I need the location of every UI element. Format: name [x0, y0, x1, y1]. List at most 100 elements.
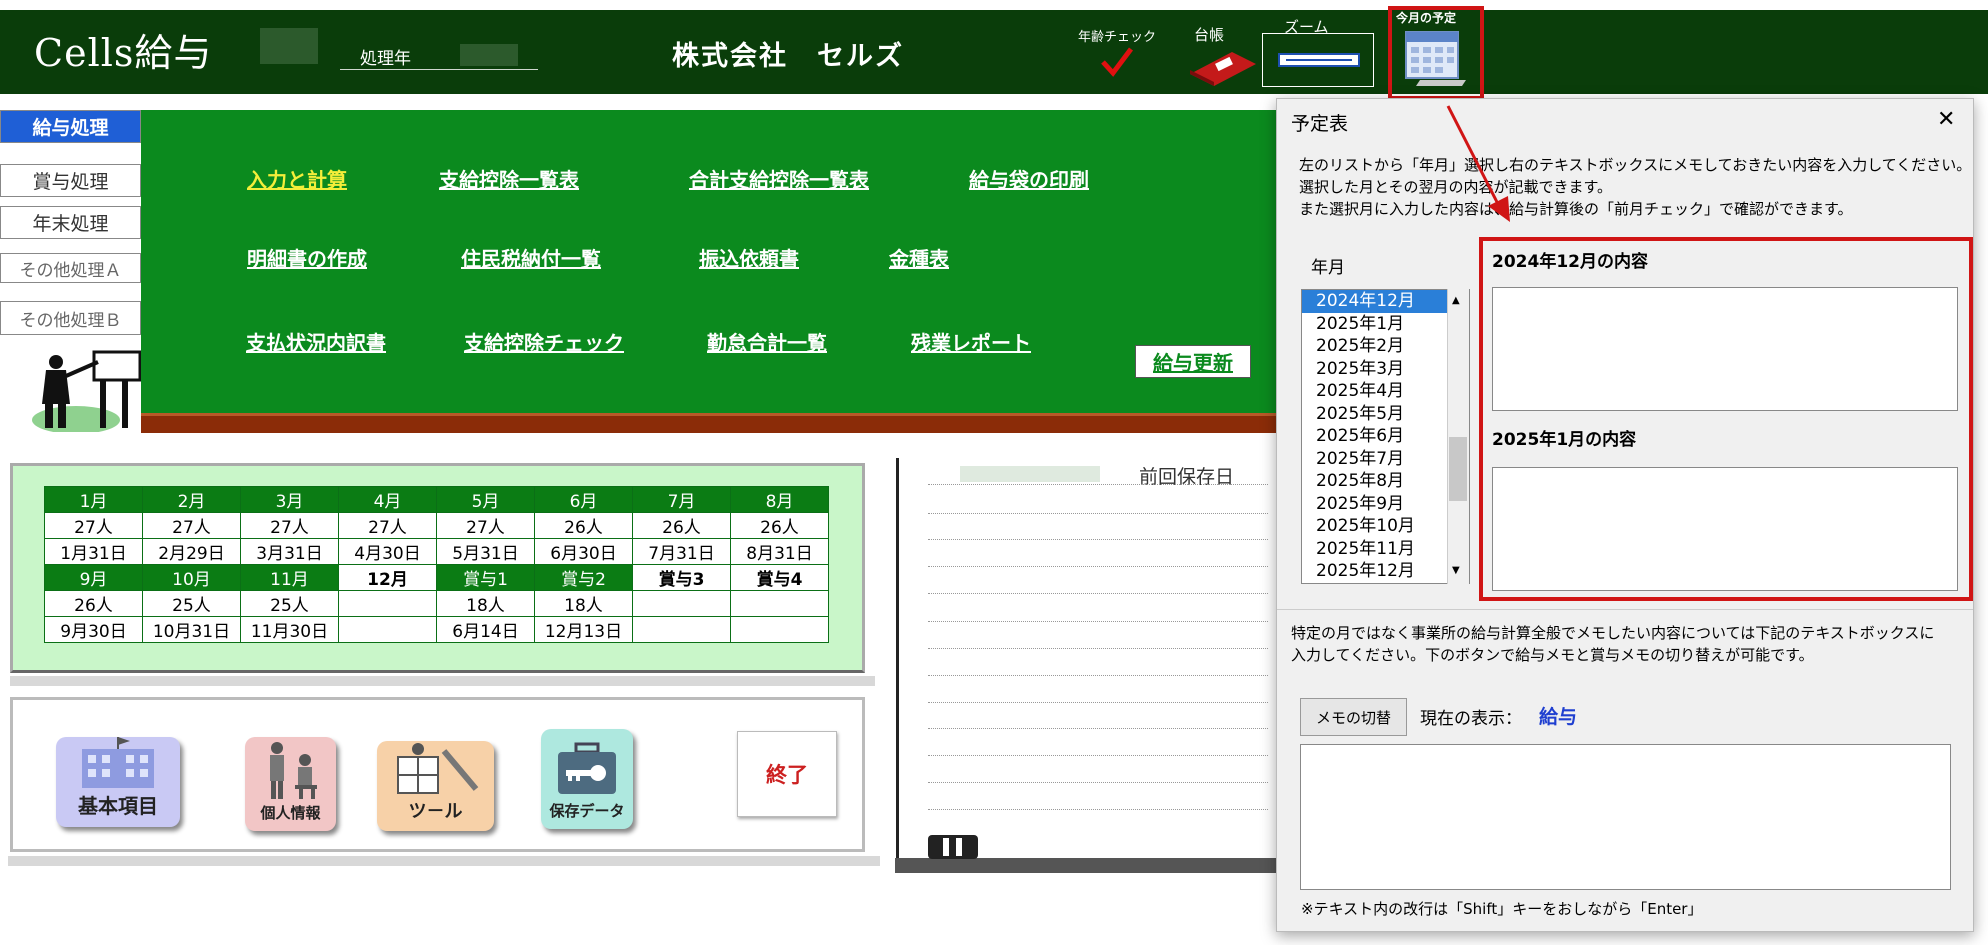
month-cell[interactable]: 5月	[436, 486, 535, 513]
month-cell[interactable]: 3月	[240, 486, 339, 513]
note-line	[928, 621, 1268, 622]
headcount-cell: 27人	[240, 512, 339, 539]
ledger-binder-icon[interactable]	[1186, 46, 1260, 88]
menu-denomination-table[interactable]: 金種表	[889, 243, 949, 272]
notepad-scrollbar[interactable]	[895, 858, 1280, 873]
headcount-cell	[338, 590, 437, 617]
pay-date-cell	[338, 616, 437, 643]
month-option[interactable]: 2025年5月	[1302, 403, 1469, 426]
pay-date-cell: 4月30日	[338, 538, 437, 565]
month-cell[interactable]: 4月	[338, 486, 437, 513]
note-line	[928, 648, 1268, 649]
exit-button[interactable]: 終了	[737, 731, 837, 817]
month-cell[interactable]: 1月	[44, 486, 143, 513]
menu-input-calc[interactable]: 入力と計算	[247, 164, 347, 193]
notepad-scroll-thumb[interactable]	[928, 835, 978, 859]
nav-other-a[interactable]: その他処理Ａ	[0, 253, 141, 283]
pay-date-cell: 3月31日	[240, 538, 339, 565]
save-date-value	[960, 466, 1100, 482]
pay-date-cell: 10月31日	[142, 616, 241, 643]
scroll-down-icon[interactable]: ▼	[1452, 565, 1460, 576]
saved-data-button[interactable]: 保存データ	[541, 729, 633, 829]
month-option[interactable]: 2025年6月	[1302, 425, 1469, 448]
bonus-cell[interactable]: 賞与2	[534, 564, 633, 591]
month-option[interactable]: 2025年7月	[1302, 448, 1469, 471]
menu-payment-status[interactable]: 支払状況内訳書	[246, 327, 386, 356]
memo-switch-button[interactable]: メモの切替	[1300, 698, 1407, 736]
headcount-cell: 26人	[730, 512, 829, 539]
general-memo-textbox[interactable]	[1300, 744, 1951, 890]
pay-date-cell: 7月31日	[632, 538, 731, 565]
nav-bonus[interactable]: 賞与処理	[0, 164, 141, 197]
bonus-cell[interactable]: 賞与1	[436, 564, 535, 591]
menu-payment-check[interactable]: 支給控除チェック	[464, 327, 624, 356]
bonus-cell[interactable]: 賞与3	[632, 564, 731, 591]
menu-attendance-total[interactable]: 勤怠合計一覧	[707, 327, 827, 356]
headcount-cell: 26人	[632, 512, 731, 539]
pay-date-cell: 8月31日	[730, 538, 829, 565]
month-option[interactable]: 2024年12月	[1302, 290, 1469, 313]
menu-payment-deduction-list[interactable]: 支給控除一覧表	[439, 164, 579, 193]
month-option[interactable]: 2025年12月	[1302, 560, 1469, 583]
personal-info-button[interactable]: 個人情報	[245, 737, 336, 831]
menu-resident-tax-list[interactable]: 住民税納付一覧	[461, 243, 601, 272]
month-option[interactable]: 2025年4月	[1302, 380, 1469, 403]
month-option[interactable]: 2025年10月	[1302, 515, 1469, 538]
month-cell[interactable]: 8月	[730, 486, 829, 513]
month-cell[interactable]: 7月	[632, 486, 731, 513]
memo2-title: 2025年1月の内容	[1492, 430, 1637, 450]
tools-button[interactable]: ツ－ル	[377, 741, 494, 831]
nav-year-end[interactable]: 年末処理	[0, 206, 141, 239]
payroll-update-button[interactable]: 給与更新	[1135, 345, 1251, 378]
note-line	[928, 539, 1268, 540]
nav-other-b[interactable]: その他処理Ｂ	[0, 301, 141, 335]
headcount-cell: 27人	[142, 512, 241, 539]
saved-data-label: 保存データ	[549, 802, 625, 820]
year-value	[460, 44, 518, 66]
month-option[interactable]: 2025年8月	[1302, 470, 1469, 493]
memo2-textbox[interactable]	[1492, 467, 1958, 591]
month-listbox[interactable]: 2024年12月 2025年1月 2025年2月 2025年3月 2025年4月…	[1301, 289, 1470, 584]
month-list-scrollbar[interactable]: ▲ ▼	[1447, 289, 1469, 584]
bonus-cell[interactable]: 賞与4	[730, 564, 829, 591]
pay-date-cell: 9月30日	[44, 616, 143, 643]
menu-overtime-report[interactable]: 残業レポート	[911, 327, 1031, 356]
note-line	[928, 782, 1268, 783]
headcount-cell: 27人	[436, 512, 535, 539]
close-icon[interactable]: ✕	[1937, 107, 1955, 132]
month-option[interactable]: 2025年1月	[1302, 313, 1469, 336]
month-option[interactable]: 2025年11月	[1302, 538, 1469, 561]
memo1-textbox[interactable]	[1492, 287, 1958, 411]
month-cell[interactable]: 9月	[44, 564, 143, 591]
nav-payroll[interactable]: 給与処理	[0, 110, 141, 143]
month-option[interactable]: 2025年9月	[1302, 493, 1469, 516]
month-option[interactable]: 2025年3月	[1302, 358, 1469, 381]
basic-items-button[interactable]: 基本項目	[56, 737, 180, 827]
zoom-box[interactable]	[1262, 33, 1374, 87]
month-cell[interactable]: 11月	[240, 564, 339, 591]
intro-text-3: また選択月に入力した内容は、給与計算後の「前月チェック」で確認ができます。	[1299, 200, 1853, 218]
month-cell[interactable]: 2月	[142, 486, 241, 513]
tool-shelf	[8, 856, 880, 866]
pay-date-cell: 12月13日	[534, 616, 633, 643]
calendar-icon[interactable]	[1400, 28, 1472, 90]
headcount-cell	[632, 590, 731, 617]
headcount-cell: 26人	[44, 590, 143, 617]
note-line	[928, 484, 1268, 485]
pay-date-cell: 6月30日	[534, 538, 633, 565]
month-cell[interactable]: 6月	[534, 486, 633, 513]
general-note-1: 特定の月ではなく事業所の給与計算全般でメモしたい内容については下記のテキストボッ…	[1291, 624, 1935, 642]
menu-transfer-request[interactable]: 振込依頼書	[699, 243, 799, 272]
menu-create-statement[interactable]: 明細書の作成	[247, 243, 367, 272]
month-cell[interactable]: 12月	[338, 564, 437, 591]
month-cell[interactable]: 10月	[142, 564, 241, 591]
checkmark-icon[interactable]	[1100, 46, 1134, 78]
menu-total-payment-list[interactable]: 合計支給控除一覧表	[689, 164, 869, 193]
scroll-thumb[interactable]	[1449, 437, 1467, 501]
month-option[interactable]: 2025年2月	[1302, 335, 1469, 358]
month-label: 年月	[1311, 258, 1345, 278]
year-value-blur	[260, 28, 318, 64]
callout-arrow	[1446, 105, 1510, 222]
menu-pay-envelope-print[interactable]: 給与袋の印刷	[969, 164, 1089, 193]
scroll-up-icon[interactable]: ▲	[1452, 295, 1460, 306]
